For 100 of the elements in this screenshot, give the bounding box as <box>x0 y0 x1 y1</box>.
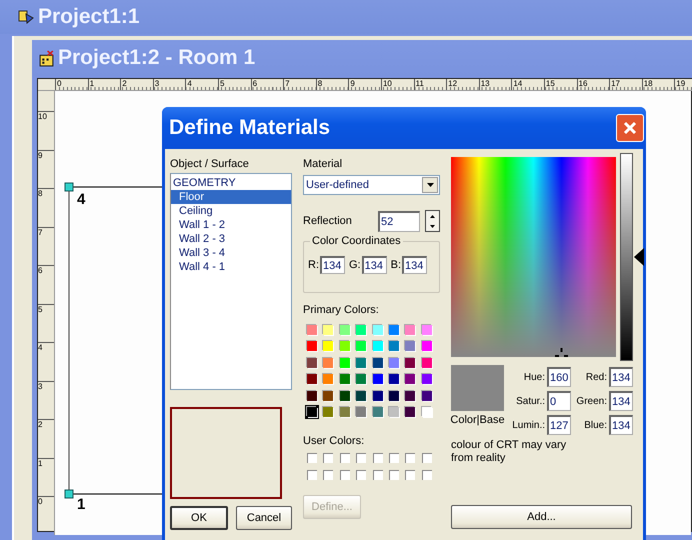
color-swatch[interactable] <box>403 323 418 337</box>
color-swatch[interactable] <box>305 404 319 419</box>
empty-swatch[interactable] <box>307 453 317 464</box>
list-item[interactable]: Wall 1 - 2 <box>171 218 291 232</box>
color-swatch[interactable] <box>338 339 352 354</box>
color-swatch[interactable] <box>403 339 418 354</box>
coordinate-field[interactable]: 134 <box>320 256 345 274</box>
luminance-pointer[interactable] <box>634 248 644 266</box>
material-dropdown[interactable]: User-defined <box>303 175 440 195</box>
node-marker[interactable] <box>64 490 74 498</box>
color-swatch[interactable] <box>370 372 385 386</box>
color-swatch[interactable] <box>338 404 352 419</box>
color-swatch[interactable] <box>354 388 368 403</box>
color-swatch[interactable] <box>386 404 401 419</box>
coordinate-field[interactable]: 134 <box>362 256 387 274</box>
list-item[interactable]: Floor <box>171 190 291 204</box>
ruler-label: 3 <box>152 79 186 90</box>
color-swatch[interactable] <box>420 323 434 337</box>
empty-swatch[interactable] <box>307 470 317 480</box>
color-swatch[interactable] <box>354 404 368 419</box>
list-item[interactable]: Ceiling <box>171 204 291 218</box>
empty-swatch[interactable] <box>422 453 432 464</box>
reflection-field[interactable]: 52 <box>378 210 420 232</box>
color-swatch[interactable] <box>305 339 319 354</box>
empty-swatch[interactable] <box>388 470 399 480</box>
color-swatch[interactable] <box>403 388 418 403</box>
color-swatch[interactable] <box>354 339 368 354</box>
surface-label: Object / Surface <box>170 158 250 170</box>
color-swatch[interactable] <box>386 323 401 337</box>
color-swatch[interactable] <box>338 388 352 403</box>
color-swatch[interactable] <box>370 404 385 419</box>
color-swatch[interactable] <box>420 372 434 386</box>
building-icon <box>38 50 55 66</box>
list-item[interactable]: Wall 3 - 4 <box>171 246 291 260</box>
empty-swatch[interactable] <box>356 453 366 464</box>
color-swatch[interactable] <box>354 323 368 337</box>
color-swatch[interactable] <box>321 372 336 386</box>
color-swatch[interactable] <box>386 372 401 386</box>
color-spectrum[interactable] <box>451 157 616 357</box>
color-swatch[interactable] <box>354 372 368 386</box>
color-swatch[interactable] <box>403 372 418 386</box>
color-swatch[interactable] <box>386 388 401 403</box>
color-swatch[interactable] <box>420 339 434 354</box>
color-swatch[interactable] <box>370 339 385 354</box>
spin-buttons[interactable] <box>425 210 440 232</box>
empty-swatch[interactable] <box>323 470 334 480</box>
color-swatch[interactable] <box>354 356 368 370</box>
color-swatch[interactable] <box>403 404 418 419</box>
node-marker[interactable] <box>64 182 74 192</box>
color-swatch[interactable] <box>370 356 385 370</box>
value-field[interactable]: 134 <box>609 367 633 387</box>
color-swatch[interactable] <box>305 372 319 386</box>
cancel-button[interactable]: Cancel <box>236 506 292 530</box>
value-field[interactable]: 134 <box>609 391 633 411</box>
coordinate-field[interactable]: 134 <box>402 256 428 274</box>
color-swatch[interactable] <box>370 323 385 337</box>
empty-swatch[interactable] <box>323 453 334 464</box>
color-swatch[interactable] <box>420 404 434 419</box>
color-swatch[interactable] <box>321 356 336 370</box>
color-swatch[interactable] <box>338 356 352 370</box>
color-swatch[interactable] <box>386 356 401 370</box>
coordinate-label: R: <box>308 259 319 271</box>
value-label: Hue: <box>522 372 545 382</box>
value-field[interactable]: 0 <box>547 391 571 411</box>
value-field[interactable]: 160 <box>547 367 571 387</box>
list-item[interactable]: Wall 4 - 1 <box>171 260 291 274</box>
color-swatch[interactable] <box>305 356 319 370</box>
empty-swatch[interactable] <box>340 453 350 464</box>
color-swatch[interactable] <box>338 372 352 386</box>
color-swatch[interactable] <box>321 339 336 354</box>
color-swatch[interactable] <box>321 323 336 337</box>
value-label: Red: <box>584 372 607 382</box>
list-item[interactable]: GEOMETRY <box>171 176 291 190</box>
color-swatch[interactable] <box>420 356 434 370</box>
close-button[interactable] <box>616 114 644 142</box>
color-swatch[interactable] <box>386 339 401 354</box>
color-swatch[interactable] <box>338 323 352 337</box>
empty-swatch[interactable] <box>340 470 350 480</box>
empty-swatch[interactable] <box>388 453 399 464</box>
value-field[interactable]: 127 <box>547 415 571 435</box>
coordinate-label: G: <box>349 259 361 271</box>
color-swatch[interactable] <box>321 404 336 419</box>
add-button[interactable]: Add... <box>451 505 632 529</box>
ruler-label: 4 <box>185 79 218 90</box>
color-swatch[interactable] <box>370 388 385 403</box>
color-swatch[interactable] <box>420 388 434 403</box>
empty-swatch[interactable] <box>405 453 416 464</box>
empty-swatch[interactable] <box>372 453 383 464</box>
color-swatch[interactable] <box>305 323 319 337</box>
empty-swatch[interactable] <box>372 470 383 480</box>
list-item[interactable]: Wall 2 - 3 <box>171 232 291 246</box>
empty-swatch[interactable] <box>422 470 432 480</box>
color-swatch[interactable] <box>305 388 319 403</box>
empty-swatch[interactable] <box>405 470 416 480</box>
color-swatch[interactable] <box>321 388 336 403</box>
color-swatch[interactable] <box>403 356 418 370</box>
dropdown-arrow-icon <box>426 183 434 187</box>
empty-swatch[interactable] <box>356 470 366 480</box>
value-field[interactable]: 134 <box>609 415 633 435</box>
ok-button[interactable]: OK <box>170 506 228 530</box>
